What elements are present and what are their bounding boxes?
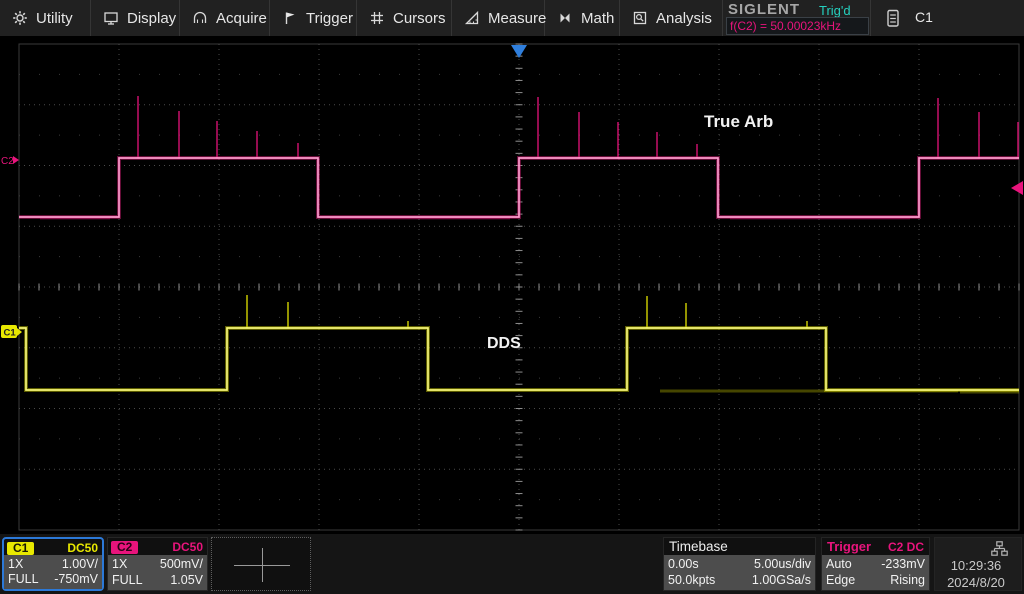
channel1-panel[interactable]: C1 DC50 1X 1.00V/ FULL -750mV <box>2 537 104 591</box>
measure-ruler-icon <box>464 10 480 26</box>
acquire-arch-icon <box>192 10 208 26</box>
channel1-coupling: DC50 <box>67 541 98 555</box>
channel1-offset: -750mV <box>54 573 98 586</box>
battery-icon <box>887 9 899 27</box>
channel2-settings: 1X 500mV/ FULL 1.05V <box>108 555 207 590</box>
channel2-panel[interactable]: C2 DC50 1X 500mV/ FULL 1.05V <box>107 537 208 591</box>
trigger-settings: Auto -233mV Edge Rising <box>822 555 929 590</box>
channel2-scale: 500mV/ <box>160 558 203 571</box>
trigger-level-marker <box>1011 181 1023 195</box>
waveform-canvas: C2 C1 True Arb DDS <box>0 36 1024 534</box>
timebase-header: Timebase <box>664 538 815 555</box>
channel2-bandwidth: FULL <box>112 574 143 587</box>
trigger-position-marker <box>511 45 527 58</box>
channel1-bandwidth: FULL <box>8 573 39 586</box>
menu-item-label: Analysis <box>656 10 712 27</box>
channel2-zero-marker: C2 <box>1 156 14 167</box>
channel2-probe: 1X <box>112 558 127 571</box>
menu-item-label: Math <box>581 10 614 27</box>
trigger-type: Edge <box>826 574 855 587</box>
menu-item-acquire[interactable]: Acquire <box>180 0 270 36</box>
trigger-panel[interactable]: Trigger C2 DC Auto -233mV Edge Rising <box>821 537 930 591</box>
trigger-mode: Auto <box>826 558 852 571</box>
annotation-true-arb: True Arb <box>704 112 773 131</box>
channel1-zero-label: C1 <box>4 328 17 339</box>
frequency-counter-value: f(C2) = 50.00023kHz <box>730 19 841 33</box>
menu-item-label: Acquire <box>216 10 267 27</box>
trigger-header: Trigger C2 DC <box>822 538 929 555</box>
timebase-scale: 5.00us/div <box>754 558 811 571</box>
trigger-slope: Rising <box>890 574 925 587</box>
channel1-badge[interactable]: C1 <box>7 542 34 555</box>
datetime-panel: 10:29:36 2024/8/20 <box>934 537 1022 591</box>
trigger-status: Trig'd <box>819 3 851 18</box>
flag-icon <box>282 10 298 26</box>
active-channel-indicator[interactable]: C1 <box>915 9 933 25</box>
timebase-panel[interactable]: Timebase 0.00s 5.00us/div 50.0kpts 1.00GSa… <box>663 537 816 591</box>
timebase-settings: 0.00s 5.00us/div 50.0kpts 1.00GSa/s <box>664 555 815 590</box>
menu-item-trigger[interactable]: Trigger <box>270 0 357 36</box>
clock-date: 2024/8/20 <box>935 575 1017 590</box>
channel2-offset: 1.05V <box>170 574 203 587</box>
empty-channel-slot[interactable] <box>211 537 311 591</box>
frequency-counter: f(C2) = 50.00023kHz <box>726 17 869 35</box>
monitor-icon <box>103 10 119 26</box>
graticule <box>19 44 1019 530</box>
trigger-level: -233mV <box>881 558 925 571</box>
clock-time: 10:29:36 <box>935 558 1017 573</box>
channel2-coupling: DC50 <box>172 540 203 554</box>
siglent-logo: SIGLENT <box>728 1 800 18</box>
channel2-badge[interactable]: C2 <box>111 541 138 554</box>
timebase-points: 50.0kpts <box>668 574 715 587</box>
timebase-delay: 0.00s <box>668 558 699 571</box>
menu-item-analysis[interactable]: Analysis <box>620 0 723 36</box>
menu-item-label: Cursors <box>393 10 446 27</box>
channel1-scale: 1.00V/ <box>62 558 98 571</box>
menu-item-label: Trigger <box>306 10 353 27</box>
gear-icon <box>12 10 28 26</box>
channel2-zero-arrow <box>13 156 19 164</box>
marker-layer: C2 C1 <box>1 45 1023 339</box>
timebase-title: Timebase <box>669 539 728 554</box>
menu-item-math[interactable]: Math <box>545 0 620 36</box>
menu-item-label: Measure <box>488 10 546 27</box>
menu-item-display[interactable]: Display <box>91 0 180 36</box>
trace-core <box>19 158 1019 217</box>
bottom-status-bar: C1 DC50 1X 1.00V/ FULL -750mV C2 DC50 1X 50… <box>0 534 1024 594</box>
cursors-grid-icon <box>369 10 385 26</box>
channel2-header: C2 DC50 <box>108 538 207 555</box>
menu-item-utility[interactable]: Utility <box>0 0 91 36</box>
menu-item-label: Utility <box>36 10 73 27</box>
timebase-rate: 1.00GSa/s <box>752 574 811 587</box>
brand-block: SIGLENT Trig'd f(C2) = 50.00023kHz <box>723 0 871 36</box>
math-bowtie-icon <box>557 10 573 26</box>
crosshair-icon <box>262 548 263 582</box>
channel1-settings: 1X 1.00V/ FULL -750mV <box>4 555 102 589</box>
menu-item-measure[interactable]: Measure <box>452 0 545 36</box>
channel1-header: C1 DC50 <box>4 539 102 556</box>
top-menu-bar: Utility Display Acquire Trigger Cursors … <box>0 0 1024 36</box>
annotation-dds: DDS <box>487 335 521 352</box>
lan-network-icon <box>991 541 1008 556</box>
trigger-source: C2 DC <box>888 540 924 554</box>
waveform-display[interactable]: C2 C1 True Arb DDS <box>0 36 1024 534</box>
trigger-title: Trigger <box>827 539 871 554</box>
menu-item-label: Display <box>127 10 176 27</box>
channel1-probe: 1X <box>8 558 23 571</box>
analysis-magnifier-icon <box>632 10 648 26</box>
menu-item-cursors[interactable]: Cursors <box>357 0 452 36</box>
channel-status-block: C1 <box>870 0 1024 36</box>
